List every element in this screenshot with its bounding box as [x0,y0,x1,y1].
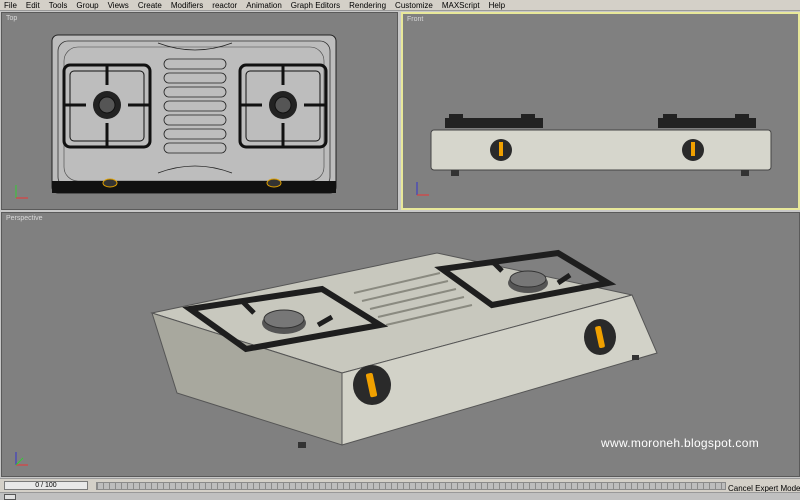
axis-gizmo-perspective [15,452,28,466]
menu-rendering[interactable]: Rendering [349,0,386,11]
menu-reactor[interactable]: reactor [212,0,237,11]
top-view-stove-wireframe [15,34,337,199]
axis-gizmo-front [416,182,429,196]
watermark-url: www.moroneh.blogspot.com [601,436,759,450]
front-view-stove [416,114,772,196]
viewport-front[interactable]: Front [401,12,800,210]
viewport-top[interactable]: Top [1,12,398,210]
status-strip [0,492,800,500]
menu-tools[interactable]: Tools [49,0,68,11]
menu-animation[interactable]: Animation [246,0,282,11]
menu-customize[interactable]: Customize [395,0,433,11]
viewport-perspective[interactable]: Perspective www.moroneh.blogspot.com [1,212,800,477]
menu-file[interactable]: File [4,0,17,11]
mini-listener-button[interactable] [4,494,16,500]
menu-edit[interactable]: Edit [26,0,40,11]
timeline-track[interactable] [96,482,726,490]
menu-graph-editors[interactable]: Graph Editors [291,0,340,11]
axis-gizmo-top [15,185,28,199]
menu-views[interactable]: Views [108,0,129,11]
menu-maxscript[interactable]: MAXScript [442,0,480,11]
menu-group[interactable]: Group [76,0,98,11]
time-slider[interactable]: 0 / 100 [4,481,88,490]
menu-create[interactable]: Create [138,0,162,11]
menu-bar: File Edit Tools Group Views Create Modif… [0,0,800,11]
menu-help[interactable]: Help [489,0,505,11]
status-bar: 0 / 100 Cancel Expert Mode [0,478,800,500]
menu-modifiers[interactable]: Modifiers [171,0,203,11]
